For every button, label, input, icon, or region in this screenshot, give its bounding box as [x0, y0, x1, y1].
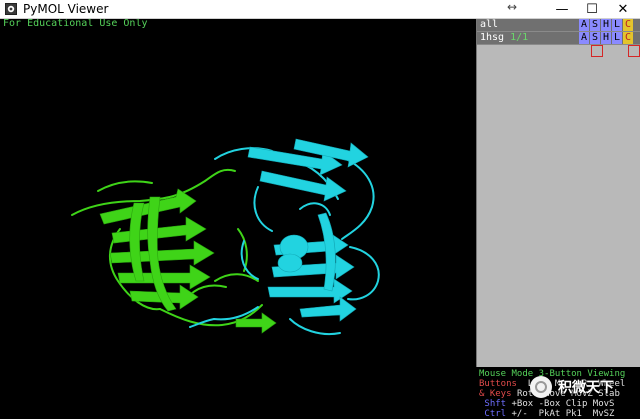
ctrl-values: +/- PkAt Pk1 MvSZ: [511, 409, 615, 419]
watermark: 积微天下: [530, 374, 640, 400]
color-button[interactable]: C: [623, 32, 633, 44]
hide-button[interactable]: H: [601, 19, 611, 31]
show-button[interactable]: S: [590, 19, 600, 31]
close-button[interactable]: ✕: [609, 0, 637, 18]
maximize-button[interactable]: ☐: [578, 0, 606, 18]
pymol-app-icon: [5, 3, 17, 15]
title-bar: PyMOL Viewer ↔ — ☐ ✕: [0, 0, 640, 19]
chain-b-sheets: [247, 138, 369, 322]
mouse-mode-label: Mouse Mode: [479, 369, 534, 379]
shift-line: Shft +Box -Box Clip MovS: [479, 399, 614, 409]
resize-arrows-icon: ↔: [507, 0, 518, 14]
ctrl-label: Ctrl: [479, 409, 507, 419]
window-title: PyMOL Viewer: [23, 2, 109, 16]
molecule-viewport[interactable]: For Educational Use Only: [0, 19, 476, 415]
ctrl-line: Ctrl +/- PkAt Pk1 MvSZ: [479, 409, 614, 419]
label-button[interactable]: L: [612, 19, 622, 31]
object-row-all[interactable]: all A S H L C: [477, 19, 640, 32]
action-button[interactable]: A: [579, 32, 589, 44]
action-button[interactable]: A: [579, 19, 589, 31]
watermark-text: 积微天下: [558, 380, 614, 396]
object-id: 1hsg: [480, 32, 505, 43]
object-name: all: [480, 19, 499, 30]
buttons-label: Buttons: [479, 379, 517, 389]
selection-marker: [591, 45, 603, 57]
show-button[interactable]: S: [590, 32, 600, 44]
label-button[interactable]: L: [612, 32, 622, 44]
object-state: 1/1: [510, 32, 529, 43]
shift-values: +Box -Box Clip MovS: [511, 399, 615, 409]
object-row-1hsg[interactable]: 1hsg 1/1 A S H L C: [477, 32, 640, 45]
keys-label: & Keys: [479, 389, 512, 399]
minimize-button[interactable]: —: [548, 0, 576, 18]
selection-marker: [628, 45, 640, 57]
hide-button[interactable]: H: [601, 32, 611, 44]
object-name: 1hsg 1/1: [480, 32, 528, 43]
object-panel: all A S H L C 1hsg 1/1 A S H L C: [476, 19, 640, 415]
protein-cartoon: [71, 138, 380, 335]
color-button[interactable]: C: [623, 19, 633, 31]
wechat-logo-icon: [530, 376, 552, 398]
shift-label: Shft: [479, 399, 507, 409]
